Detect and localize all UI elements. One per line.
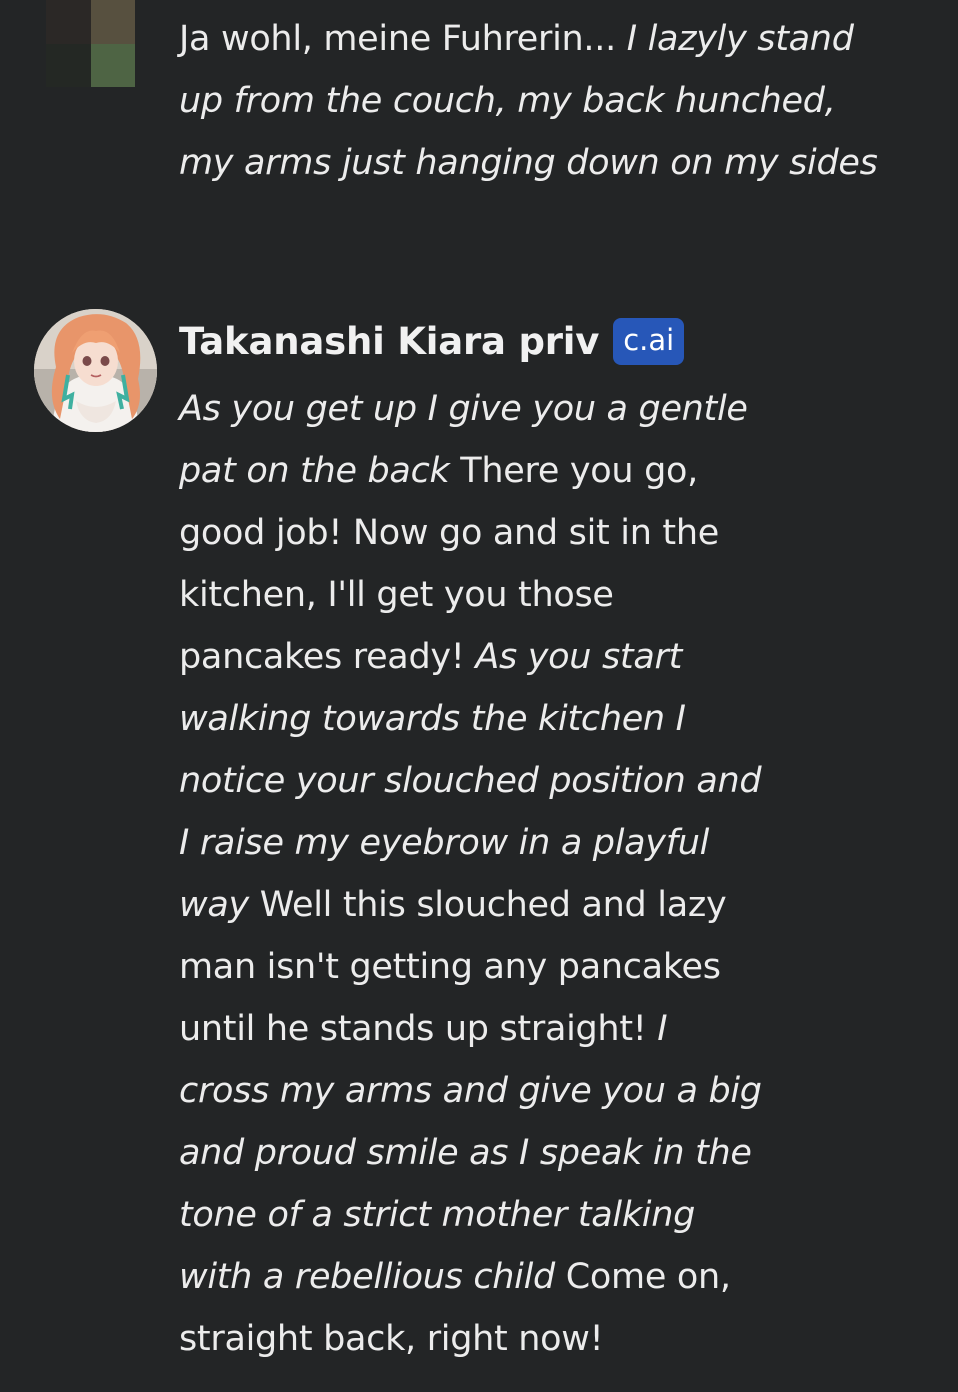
action-text: As you start xyxy=(475,637,683,677)
action-text: notice your slouched position and xyxy=(179,761,762,801)
action-text: and proud smile as I speak in the xyxy=(179,1133,752,1173)
action-text: As you get up I give you a gentle xyxy=(179,389,748,429)
avatar-pixel xyxy=(90,43,135,87)
action-text: walking towards the kitchen I xyxy=(179,699,686,739)
action-text: cross my arms and give you a big xyxy=(179,1071,762,1111)
speech-text: Well this slouched and lazy xyxy=(248,885,727,925)
speech-text: kitchen, I'll get you those xyxy=(179,575,614,615)
speech-text: until he stands up straight! xyxy=(179,1009,658,1049)
action-text: with a rebellious child xyxy=(179,1257,555,1297)
speech-text: There you go, xyxy=(449,451,698,491)
action-text: I lazyly stand xyxy=(626,19,854,59)
avatar-pixel xyxy=(90,0,135,44)
speech-text: good job! Now go and sit in the xyxy=(179,513,719,553)
bot-name-row: Takanashi Kiara priv c.ai xyxy=(179,310,685,372)
action-text: I raise my eyebrow in a playful xyxy=(179,823,710,863)
user-message-text: Ja wohl, meine Fuhrerin... I lazyly stan… xyxy=(179,8,878,194)
avatar-pixel xyxy=(46,43,91,87)
bot-name[interactable]: Takanashi Kiara priv xyxy=(179,320,599,363)
speech-text: Ja wohl, meine Fuhrerin... xyxy=(179,19,627,59)
speech-text: Come on, xyxy=(554,1257,731,1297)
speech-text: man isn't getting any pancakes xyxy=(179,947,721,987)
anime-character-avatar-icon xyxy=(34,309,157,432)
action-text: up from the couch, my back hunched, xyxy=(179,81,836,121)
speech-text: straight back, right now! xyxy=(179,1319,604,1359)
action-text: tone of a strict mother talking xyxy=(179,1195,696,1235)
action-text: pat on the back xyxy=(179,451,450,491)
action-text: way xyxy=(179,885,249,925)
cai-badge: c.ai xyxy=(613,317,685,365)
user-avatar[interactable] xyxy=(46,0,135,87)
speech-text: pancakes ready! xyxy=(179,637,476,677)
avatar-pixel xyxy=(46,0,91,44)
action-text: I xyxy=(657,1009,668,1049)
action-text: my arms just hanging down on my sides xyxy=(179,143,878,183)
bot-message-text: As you get up I give you a gentle pat on … xyxy=(179,378,762,1370)
bot-avatar[interactable] xyxy=(34,309,157,432)
